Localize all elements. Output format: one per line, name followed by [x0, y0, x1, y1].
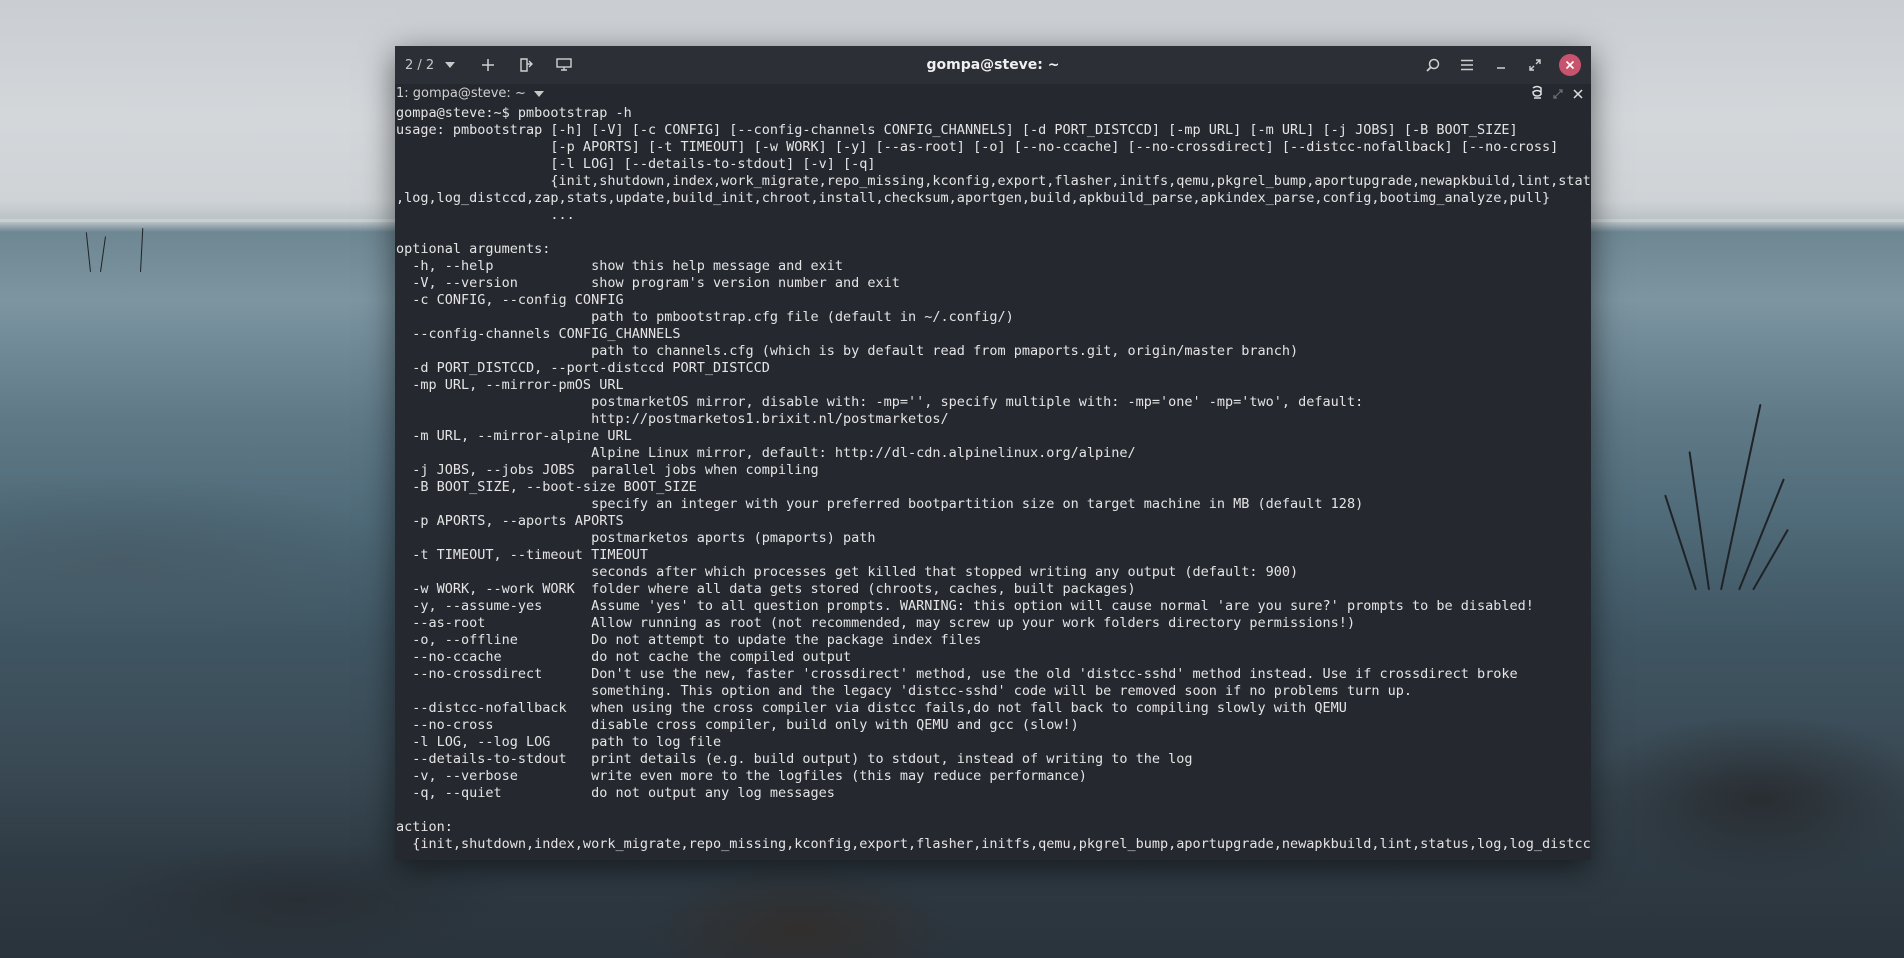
- terminal-line: --details-to-stdout print details (e.g. …: [396, 751, 1193, 767]
- terminal-line: postmarketOS mirror, disable with: -mp='…: [396, 394, 1364, 410]
- terminal-line: -v, --verbose write even more to the log…: [396, 768, 1087, 784]
- terminal-line: path to channels.cfg (which is by defaul…: [396, 343, 1299, 359]
- pane-controls: [1531, 84, 1583, 102]
- terminal-line: {init,shutdown,index,work_migrate,repo_m…: [396, 836, 1591, 852]
- titlebar-left-controls: 2 / 2: [405, 46, 574, 84]
- terminal-line: -w WORK, --work WORK folder where all da…: [396, 581, 1136, 597]
- tab-title: 1: gompa@steve: ~: [396, 85, 526, 101]
- terminal-line: action:: [396, 819, 453, 835]
- maximize-icon[interactable]: [1525, 55, 1545, 75]
- terminal-line: ,log,log_distccd,zap,stats,update,build_…: [396, 190, 1551, 206]
- terminal-line: -j JOBS, --jobs JOBS parallel jobs when …: [396, 462, 819, 478]
- terminal-line: http://postmarketos1.brixit.nl/postmarke…: [396, 411, 949, 427]
- minimize-icon[interactable]: [1491, 55, 1511, 75]
- terminal-line: -m URL, --mirror-alpine URL: [396, 428, 632, 444]
- plus-icon[interactable]: [478, 55, 498, 75]
- window-titlebar[interactable]: 2 / 2 gompa@steve: ~: [395, 46, 1591, 84]
- terminal-line: -q, --quiet do not output any log messag…: [396, 785, 835, 801]
- titlebar-right-controls: [1423, 46, 1581, 84]
- split-toggle-icon[interactable]: [1553, 84, 1563, 103]
- terminal-line: -p APORTS, --aports APORTS: [396, 513, 624, 529]
- terminal-line: specify an integer with your preferred b…: [396, 496, 1364, 512]
- terminal-line: ...: [396, 207, 575, 223]
- terminal-line: seconds after which processes get killed…: [396, 564, 1299, 580]
- detach-tab-icon[interactable]: [516, 55, 536, 75]
- terminal-line: gompa@steve:~$ pmbootstrap -h: [396, 105, 632, 121]
- terminal-line: --distcc-nofallback when using the cross…: [396, 700, 1347, 716]
- terminal-line: --no-ccache do not cache the compiled ou…: [396, 649, 852, 665]
- terminal-line: -V, --version show program's version num…: [396, 275, 900, 291]
- terminal-line: -o, --offline Do not attempt to update t…: [396, 632, 982, 648]
- terminal-line: --no-cross disable cross compiler, build…: [396, 717, 1079, 733]
- terminal-window: 2 / 2 gompa@steve: ~ 1: gompa@steve: ~ g…: [395, 46, 1591, 860]
- reed: [140, 228, 144, 273]
- terminal-line: -h, --help show this help message and ex…: [396, 258, 844, 274]
- reed: [1664, 494, 1697, 591]
- terminal-line: --as-root Allow running as root (not rec…: [396, 615, 1356, 631]
- close-button[interactable]: [1559, 54, 1581, 76]
- broadcast-icon[interactable]: [1531, 84, 1543, 103]
- search-icon[interactable]: [1423, 55, 1443, 75]
- hamburger-menu-icon[interactable]: [1457, 55, 1477, 75]
- terminal-tab-bar: 1: gompa@steve: ~: [395, 84, 1591, 102]
- window-title: gompa@steve: ~: [926, 57, 1060, 73]
- tab-switcher[interactable]: 2 / 2: [405, 55, 460, 75]
- terminal-line: postmarketos aports (pmaports) path: [396, 530, 876, 546]
- terminal-line: [-l LOG] [--details-to-stdout] [-v] [-q]: [396, 156, 876, 172]
- terminal-line: -d PORT_DISTCCD, --port-distccd PORT_DIS…: [396, 360, 770, 376]
- close-icon: [1565, 60, 1575, 70]
- display-icon[interactable]: [554, 55, 574, 75]
- tab-terminal-1[interactable]: 1: gompa@steve: ~: [396, 84, 544, 102]
- terminal-line: -t TIMEOUT, --timeout TIMEOUT: [396, 547, 648, 563]
- terminal-line: -c CONFIG, --config CONFIG: [396, 292, 624, 308]
- chevron-down-icon: [440, 55, 460, 75]
- terminal-line: --no-crossdirect Don't use the new, fast…: [396, 666, 1518, 682]
- chevron-down-icon: [533, 86, 544, 101]
- close-pane-icon[interactable]: [1573, 84, 1583, 103]
- terminal-output[interactable]: gompa@steve:~$ pmbootstrap -h usage: pmbo…: [396, 105, 1591, 860]
- terminal-line: {init,shutdown,index,work_migrate,repo_m…: [396, 173, 1591, 189]
- reed: [100, 236, 107, 273]
- terminal-line: something. This option and the legacy 'd…: [396, 683, 1412, 699]
- terminal-line: -y, --assume-yes Assume 'yes' to all que…: [396, 598, 1534, 614]
- terminal-line: path to pmbootstrap.cfg file (default in…: [396, 309, 1014, 325]
- reed: [1688, 451, 1710, 591]
- terminal-line: usage: pmbootstrap [-h] [-V] [-c CONFIG]…: [396, 122, 1518, 138]
- terminal-line: -mp URL, --mirror-pmOS URL: [396, 377, 624, 393]
- terminal-line: Alpine Linux mirror, default: http://dl-…: [396, 445, 1136, 461]
- terminal-line: -l LOG, --log LOG path to log file: [396, 734, 722, 750]
- reed: [1720, 403, 1762, 591]
- terminal-line: --config-channels CONFIG_CHANNELS: [396, 326, 681, 342]
- terminal-line: -B BOOT_SIZE, --boot-size BOOT_SIZE: [396, 479, 697, 495]
- terminal-line: optional arguments:: [396, 241, 551, 257]
- tab-counter-label: 2 / 2: [405, 57, 435, 73]
- terminal-line: [-p APORTS] [-t TIMEOUT] [-w WORK] [-y] …: [396, 139, 1559, 155]
- reed: [85, 232, 91, 273]
